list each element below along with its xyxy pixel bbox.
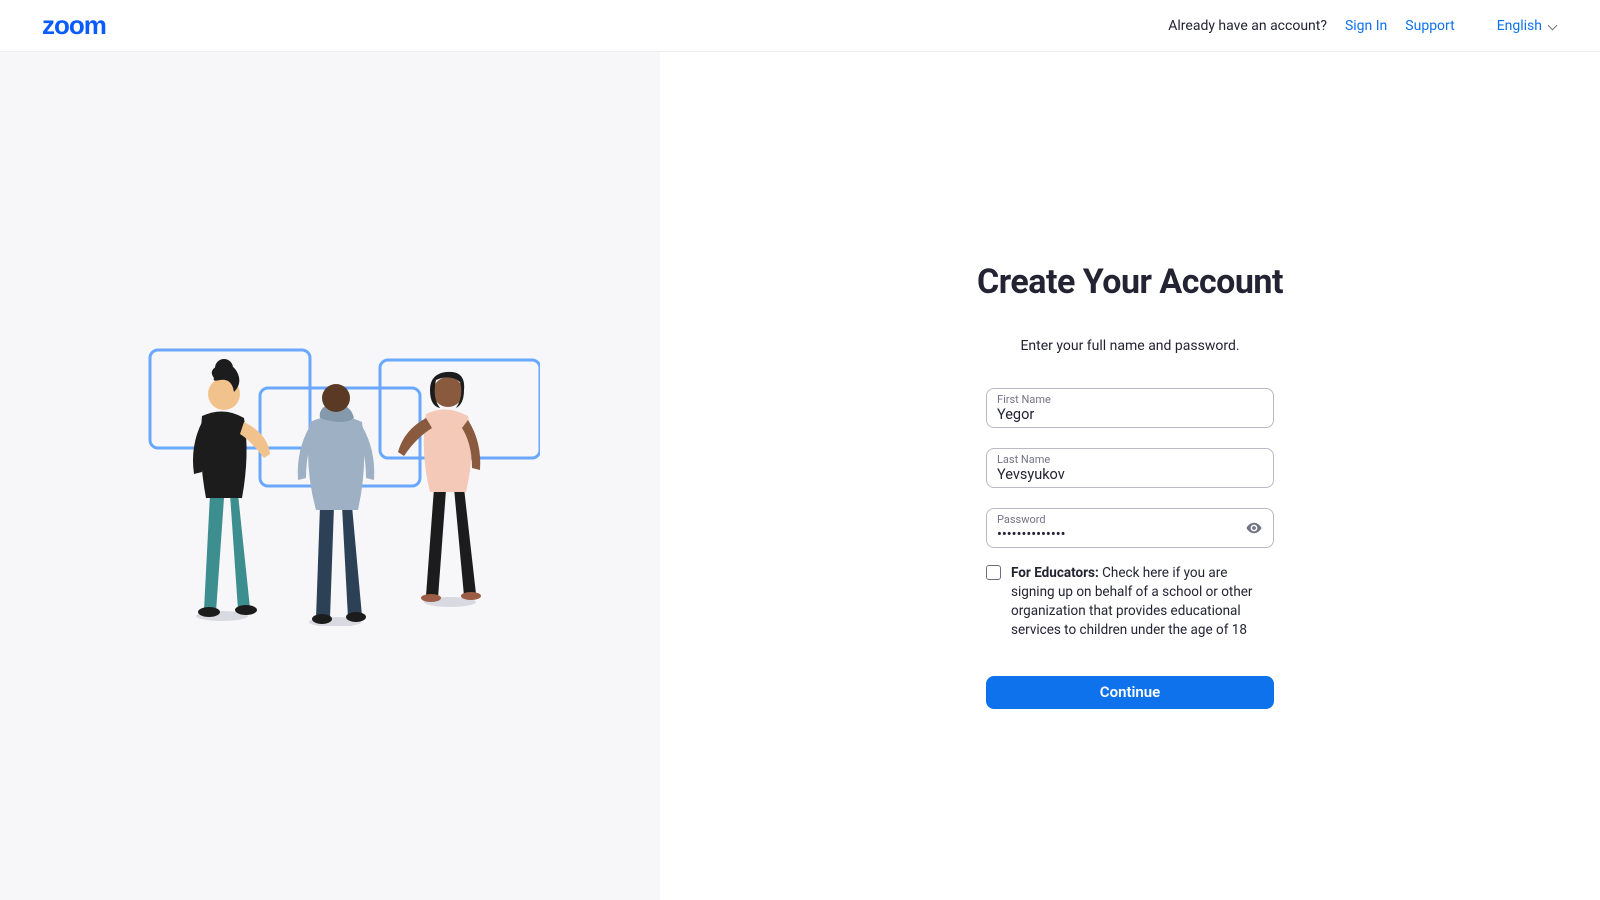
educators-checkbox-row: For Educators: Check here if you are sig… <box>986 564 1274 640</box>
form-panel: Create Your Account Enter your full name… <box>660 52 1600 900</box>
first-name-field-wrapper[interactable]: First Name <box>986 388 1274 428</box>
eye-icon[interactable] <box>1245 519 1263 537</box>
first-name-input[interactable] <box>997 406 1263 423</box>
password-field-wrapper[interactable]: Password <box>986 508 1274 548</box>
page-subtitle: Enter your full name and password. <box>986 338 1274 354</box>
sign-in-link[interactable]: Sign In <box>1345 18 1387 34</box>
language-label: English <box>1497 18 1542 34</box>
chevron-down-icon <box>1548 21 1558 31</box>
page-title: Create Your Account <box>946 262 1314 302</box>
educators-bold: For Educators: <box>1011 565 1099 581</box>
main: Create Your Account Enter your full name… <box>0 52 1600 900</box>
zoom-logo[interactable]: zoom <box>42 10 106 41</box>
continue-button[interactable]: Continue <box>986 676 1274 709</box>
header-right: Already have an account? Sign In Support… <box>1168 18 1558 34</box>
language-selector[interactable]: English <box>1497 18 1558 34</box>
educators-text: For Educators: Check here if you are sig… <box>1011 564 1274 640</box>
educators-checkbox[interactable] <box>986 565 1001 580</box>
signup-form: Create Your Account Enter your full name… <box>986 262 1274 900</box>
header: zoom Already have an account? Sign In Su… <box>0 0 1600 52</box>
first-name-label: First Name <box>997 393 1051 406</box>
password-label: Password <box>997 513 1046 526</box>
last-name-field-wrapper[interactable]: Last Name <box>986 448 1274 488</box>
already-have-account-text: Already have an account? <box>1168 18 1327 34</box>
password-input[interactable] <box>997 526 1237 543</box>
people-illustration <box>120 326 540 626</box>
illustration-panel <box>0 52 660 900</box>
last-name-input[interactable] <box>997 466 1263 483</box>
support-link[interactable]: Support <box>1405 18 1454 34</box>
last-name-label: Last Name <box>997 453 1050 466</box>
